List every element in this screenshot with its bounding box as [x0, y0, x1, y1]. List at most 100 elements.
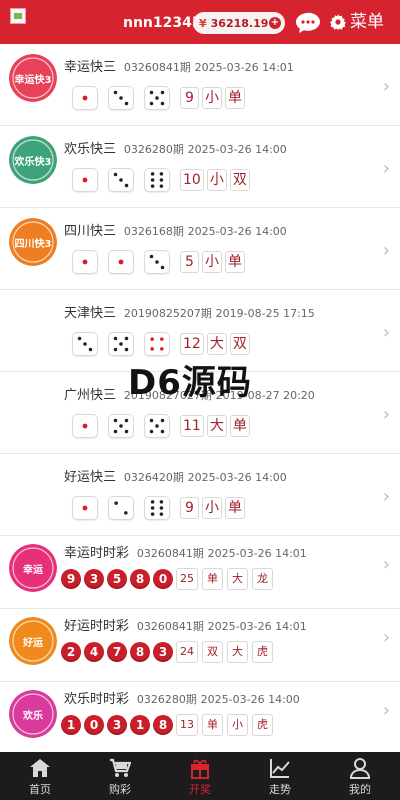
dice-results: 9小单	[72, 86, 248, 110]
lottery-time: 2025-03-26 14:00	[187, 225, 287, 238]
lottery-badge-icon: 欢乐	[9, 690, 57, 738]
cart-icon	[110, 758, 131, 777]
lottery-name: 天津快三	[64, 306, 117, 321]
result-tag: 单	[225, 87, 245, 109]
result-tag: 12	[180, 333, 204, 355]
lottery-row[interactable]: 好运 好运时时彩 03260841期 2025-03-26 14:01 2478…	[0, 609, 400, 682]
result-tag: 小	[202, 497, 222, 519]
chevron-right-icon: ›	[382, 76, 390, 97]
svg-text:好运: 好运	[22, 636, 43, 649]
dice-icon	[72, 86, 98, 110]
lottery-row[interactable]: 欢乐快3 欢乐快三 0326280期 2025-03-26 14:00 10 小双…	[0, 126, 400, 208]
plus-icon[interactable]: +	[269, 17, 281, 29]
gift-icon	[191, 759, 209, 779]
tab-label: 首页	[29, 783, 51, 796]
lottery-name: 好运快三	[64, 470, 117, 485]
dice-icon	[72, 414, 98, 438]
lottery-title-line: 四川快三 0326168期 2025-03-26 14:00	[64, 220, 287, 239]
lottery-row[interactable]: 好运快三 0326420期 2025-03-26 14:00 9 小单 ›	[0, 454, 400, 536]
ball-results: 1 0 3 1 8 13 单小虎	[61, 714, 277, 736]
lottery-title-line: 欢乐快三 0326280期 2025-03-26 14:00	[64, 138, 287, 157]
result-tag: 13	[176, 714, 198, 736]
tab-mine[interactable]: 我的	[320, 752, 400, 800]
lottery-title-line: 好运时时彩 03260841期 2025-03-26 14:01	[64, 615, 307, 634]
lottery-title-line: 天津快三 20190825207期 2019-08-25 17:15	[64, 302, 315, 321]
svg-text:幸运快3: 幸运快3	[15, 73, 52, 86]
chevron-right-icon: ›	[382, 627, 390, 648]
lottery-row[interactable]: 幸运快3 幸运快三 03260841期 2025-03-26 14:01 9小单…	[0, 44, 400, 126]
result-tag: 龙	[252, 568, 273, 590]
tab-trend[interactable]: 走势	[240, 752, 320, 800]
number-ball: 1	[130, 715, 150, 735]
lottery-row[interactable]: 幸运 幸运时时彩 03260841期 2025-03-26 14:01 9358…	[0, 536, 400, 609]
user-icon	[349, 758, 371, 779]
lottery-title-line: 好运快三 0326420期 2025-03-26 14:00	[64, 466, 287, 485]
dice-results: 9小单	[72, 496, 248, 520]
gear-icon	[330, 14, 346, 30]
lottery-badge-icon: 欢乐快3	[9, 136, 57, 184]
lottery-row[interactable]: 欢乐 欢乐时时彩 0326280期 2025-03-26 14:00 10318…	[0, 682, 400, 755]
lottery-name: 好运时时彩	[64, 619, 130, 634]
lottery-time: 2025-03-26 14:01	[194, 61, 294, 74]
tab-draw[interactable]: 开奖	[160, 752, 240, 800]
result-tag: 9	[180, 497, 199, 519]
lottery-period: 20190825207期	[123, 307, 212, 320]
tab-home[interactable]: 首页	[0, 752, 80, 800]
menu-button[interactable]: 菜单	[330, 11, 384, 33]
lottery-name: 四川快三	[64, 224, 117, 239]
dice-icon	[72, 332, 98, 356]
chevron-right-icon: ›	[382, 700, 390, 721]
chevron-right-icon: ›	[382, 404, 390, 425]
lottery-period: 0326420期	[123, 471, 184, 484]
result-tag: 10	[180, 169, 204, 191]
chevron-right-icon: ›	[382, 322, 390, 343]
lottery-time: 2019-08-25 17:15	[215, 307, 315, 320]
number-ball: 8	[130, 569, 150, 589]
result-tag: 大	[206, 415, 227, 437]
dice-icon	[144, 332, 170, 356]
result-tag: 双	[229, 169, 250, 191]
dice-results: 10 小双	[72, 168, 253, 192]
lottery-row[interactable]: 天津快三 20190825207期 2019-08-25 17:15 12 大双 ›	[0, 290, 400, 372]
lottery-row[interactable]: 四川快3 四川快三 0326168期 2025-03-26 14:00 5 小单 ›	[0, 208, 400, 290]
lottery-period: 0326168期	[123, 225, 184, 238]
svg-text:欢乐: 欢乐	[22, 709, 43, 722]
lottery-title-line: 欢乐时时彩 0326280期 2025-03-26 14:00	[64, 688, 300, 707]
lottery-name: 欢乐快三	[64, 142, 117, 157]
lottery-period: 0326280期	[123, 143, 184, 156]
number-ball: 5	[107, 569, 127, 589]
result-tag: 5	[180, 251, 199, 273]
svg-text:幸运: 幸运	[23, 563, 43, 576]
dice-icon	[108, 496, 134, 520]
result-tag: 11	[180, 415, 204, 437]
lottery-badge-icon: 幸运	[9, 544, 57, 592]
svg-text:四川快3: 四川快3	[15, 237, 52, 250]
broken-logo-image[interactable]	[10, 8, 26, 24]
dice-icon	[108, 250, 134, 274]
lottery-time: 2025-03-26 14:00	[200, 693, 300, 706]
result-tag: 25	[176, 568, 198, 590]
bottom-tab-bar: 首页 购彩 开奖 走势 我的	[0, 752, 400, 800]
ball-results: 2 4 7 8 3 24 双大虎	[61, 641, 277, 663]
lottery-title-line: 幸运快三 03260841期 2025-03-26 14:01	[64, 56, 294, 75]
tab-label: 购彩	[109, 783, 131, 796]
result-tag: 双	[229, 333, 250, 355]
lottery-time: 2025-03-26 14:01	[207, 620, 307, 633]
lottery-title-line: 幸运时时彩 03260841期 2025-03-26 14:01	[64, 542, 307, 561]
lottery-time: 2025-03-26 14:00	[187, 143, 287, 156]
result-tag: 单	[202, 568, 223, 590]
result-tag: 虎	[252, 641, 273, 663]
dice-icon	[72, 496, 98, 520]
lottery-period: 0326280期	[136, 693, 197, 706]
lottery-time: 2025-03-26 14:00	[187, 471, 287, 484]
result-tag: 小	[227, 714, 248, 736]
result-tag: 大	[227, 568, 248, 590]
tab-buy[interactable]: 购彩	[80, 752, 160, 800]
number-ball: 3	[153, 642, 173, 662]
balance-pill[interactable]: ¥ 36218.19 +	[193, 12, 285, 34]
chevron-right-icon: ›	[382, 240, 390, 261]
result-tag: 大	[206, 333, 227, 355]
chevron-right-icon: ›	[382, 554, 390, 575]
tab-label: 开奖	[189, 783, 211, 796]
chat-icon[interactable]	[295, 12, 321, 34]
